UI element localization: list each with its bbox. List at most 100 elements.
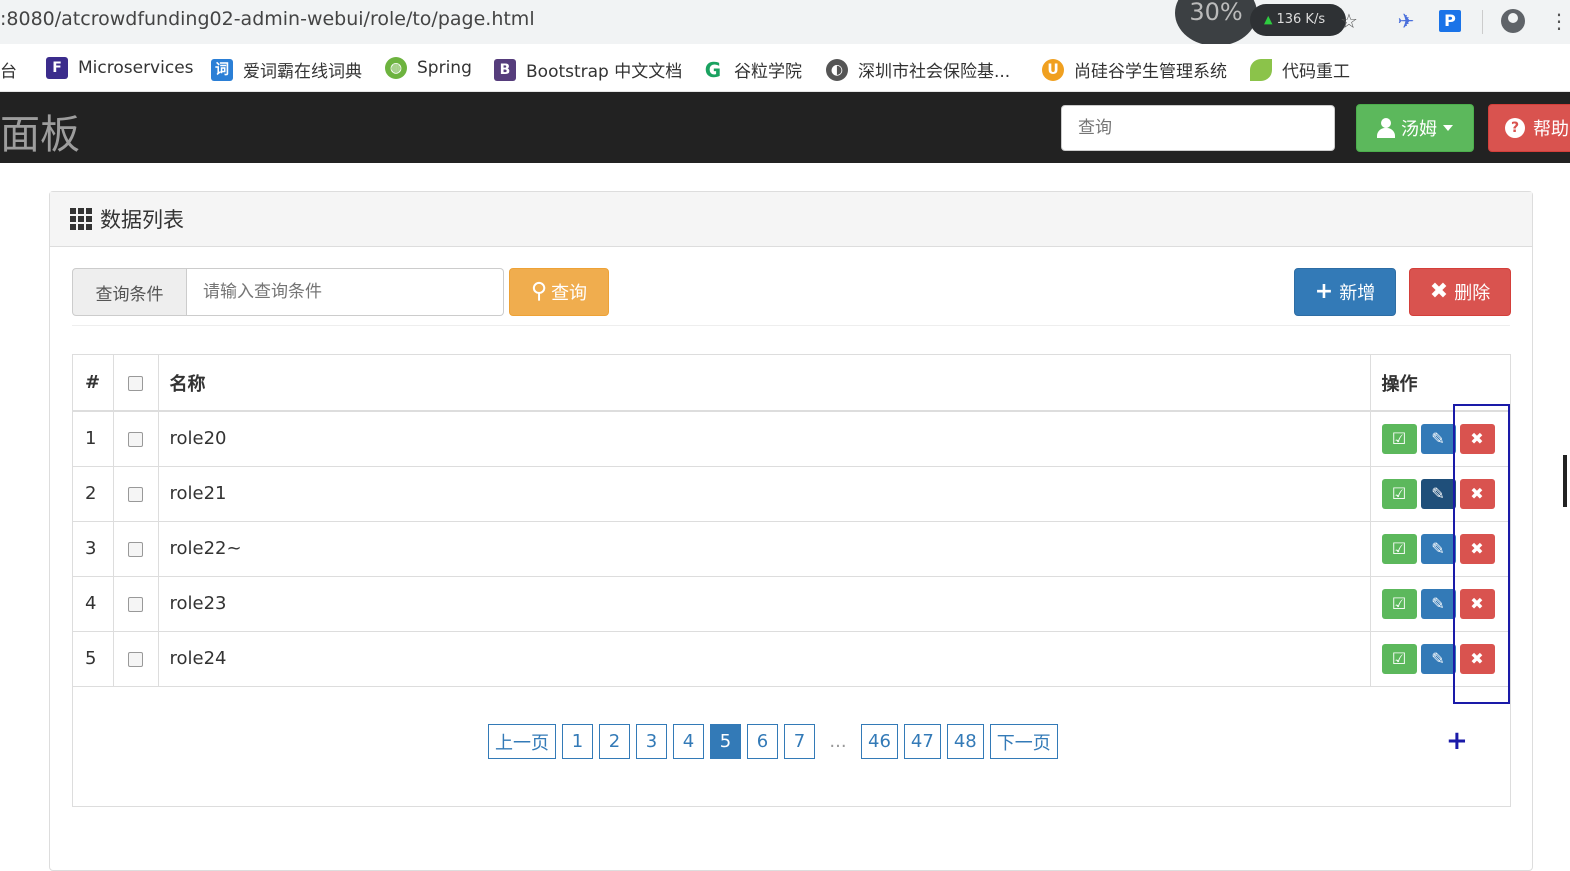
add-button-label: 新增 xyxy=(1339,283,1376,304)
row-select xyxy=(113,466,159,521)
user-icon xyxy=(1377,118,1395,138)
leaf-icon xyxy=(1250,58,1272,81)
pencil-icon: ✎ xyxy=(1431,649,1445,668)
network-speed-value: 136 K/s xyxy=(1276,12,1326,27)
bookmark-spring[interactable]: ◍ Spring xyxy=(385,57,472,79)
query-condition-group: 查询条件 xyxy=(72,268,504,316)
edit-button[interactable]: ✎ xyxy=(1420,533,1456,564)
check-icon: ☑ xyxy=(1391,484,1407,503)
page-link[interactable]: 2 xyxy=(599,724,630,759)
row-checkbox[interactable] xyxy=(128,541,143,557)
delete-button[interactable]: ✖ xyxy=(1459,533,1495,564)
next-page-link[interactable]: 下一页 xyxy=(989,724,1058,759)
delete-button[interactable]: ✖ xyxy=(1459,423,1495,454)
user-menu-button[interactable]: 汤姆 xyxy=(1356,104,1474,152)
row-name: role23 xyxy=(158,576,1371,631)
delete-button-label: 删除 xyxy=(1454,283,1491,304)
page-link[interactable]: 47 xyxy=(903,724,941,759)
profile-avatar-icon[interactable] xyxy=(1501,9,1525,33)
bookmark-platform[interactable]: 台 xyxy=(0,57,17,82)
header-name: 名称 xyxy=(158,355,1371,411)
row-name: role21 xyxy=(158,466,1371,521)
globe-icon: ◐ xyxy=(826,58,848,81)
extension-p-icon[interactable]: P xyxy=(1439,10,1461,32)
bookmark-bootstrap[interactable]: B Bootstrap 中文文档 xyxy=(494,57,682,82)
network-speed: ▲ 136 K/s xyxy=(1250,4,1346,36)
more-menu-icon[interactable]: ⋮ xyxy=(1548,10,1570,32)
page-link[interactable]: 7 xyxy=(784,724,815,759)
batch-delete-button[interactable]: ✖ 删除 xyxy=(1409,268,1511,316)
row-checkbox[interactable] xyxy=(128,431,143,447)
page-link[interactable]: 48 xyxy=(946,724,984,759)
bootstrap-b-icon: B xyxy=(494,58,516,81)
navbar-search-input[interactable] xyxy=(1061,105,1335,151)
row-name: role20 xyxy=(158,411,1371,466)
page-link[interactable]: 46 xyxy=(861,724,898,759)
user-name: 汤姆 xyxy=(1401,119,1437,140)
row-checkbox[interactable] xyxy=(128,596,143,612)
delete-button[interactable]: ✖ xyxy=(1459,478,1495,509)
page-link[interactable]: 3 xyxy=(636,724,667,759)
bookmark-guli[interactable]: G 谷粒学院 xyxy=(702,57,802,82)
assign-button[interactable]: ☑ xyxy=(1381,533,1417,564)
bookmark-atguigu-student[interactable]: U 尚硅谷学生管理系统 xyxy=(1042,57,1227,82)
table-row: 1 role20 ☑ ✎ ✖ xyxy=(73,411,1510,466)
star-icon[interactable]: ☆ xyxy=(1338,10,1360,32)
prev-page-link[interactable]: 上一页 xyxy=(488,724,556,759)
query-button[interactable]: ⚲ 查询 xyxy=(509,268,609,316)
remove-icon: ✖ xyxy=(1470,594,1484,613)
add-button[interactable]: + 新增 xyxy=(1294,268,1396,316)
g-logo-icon: G xyxy=(702,58,724,81)
delete-button[interactable]: ✖ xyxy=(1459,643,1495,674)
dictionary-icon: 词 xyxy=(211,58,233,81)
row-actions: ☑ ✎ ✖ xyxy=(1381,533,1511,564)
navbar-brand[interactable]: 面板 xyxy=(0,102,80,160)
page-link[interactable]: 6 xyxy=(747,724,778,759)
row-num: 3 xyxy=(73,521,114,576)
remove-icon: ✖ xyxy=(1470,539,1484,558)
assign-button[interactable]: ☑ xyxy=(1381,478,1417,509)
bookmark-shenzhen-insurance[interactable]: ◐ 深圳市社会保险基... xyxy=(826,57,1010,82)
top-navbar: 面板 汤姆 ? 帮助 xyxy=(0,92,1570,163)
question-icon: ? xyxy=(1505,118,1525,138)
row-actions: ☑ ✎ ✖ xyxy=(1381,588,1511,619)
table-row: 2 role21 ☑ ✎ ✖ xyxy=(73,466,1510,521)
help-button[interactable]: ? 帮助 xyxy=(1488,104,1570,152)
query-condition-input[interactable] xyxy=(187,268,504,316)
delete-button[interactable]: ✖ xyxy=(1459,588,1495,619)
edit-button[interactable]: ✎ xyxy=(1420,478,1456,509)
assign-button[interactable]: ☑ xyxy=(1381,423,1417,454)
row-checkbox[interactable] xyxy=(128,651,143,667)
panel-title: 数据列表 xyxy=(100,208,184,232)
bookmark-microservices[interactable]: F Microservices xyxy=(46,57,194,79)
remove-icon: ✖ xyxy=(1429,279,1449,304)
f-logo-icon: F xyxy=(46,57,68,79)
assign-button[interactable]: ☑ xyxy=(1381,588,1417,619)
bookmark-iciba[interactable]: 词爱词霸在线词典 xyxy=(211,57,362,82)
check-icon: ☑ xyxy=(1391,594,1407,613)
plus-icon: + xyxy=(1314,279,1334,304)
row-select xyxy=(113,631,159,686)
speed-widget: 30% xyxy=(1175,0,1257,46)
th-grid-icon xyxy=(70,208,92,230)
edit-button[interactable]: ✎ xyxy=(1420,423,1456,454)
bookmark-code-heavy[interactable]: 代码重工 xyxy=(1250,57,1350,82)
edit-button[interactable]: ✎ xyxy=(1420,588,1456,619)
table-header-row: # 名称 操作 xyxy=(73,355,1510,411)
query-button-label: 查询 xyxy=(551,283,588,304)
extension-bird-icon[interactable]: ✈ xyxy=(1395,10,1417,32)
divider xyxy=(72,325,1510,326)
row-actions: ☑ ✎ ✖ xyxy=(1381,478,1511,509)
row-name: role22~ xyxy=(158,521,1371,576)
assign-button[interactable]: ☑ xyxy=(1381,643,1417,674)
current-page-link[interactable]: 5 xyxy=(710,724,741,759)
row-checkbox[interactable] xyxy=(128,486,143,502)
page-link[interactable]: 4 xyxy=(673,724,704,759)
scrollbar-edge xyxy=(1563,455,1567,507)
edit-button[interactable]: ✎ xyxy=(1420,643,1456,674)
url-text[interactable]: :8080/atcrowdfunding02-admin-webui/role/… xyxy=(0,8,535,30)
select-all-checkbox[interactable] xyxy=(128,375,143,391)
pencil-icon: ✎ xyxy=(1431,429,1445,449)
page-link[interactable]: 1 xyxy=(562,724,593,759)
query-condition-label: 查询条件 xyxy=(72,268,187,316)
